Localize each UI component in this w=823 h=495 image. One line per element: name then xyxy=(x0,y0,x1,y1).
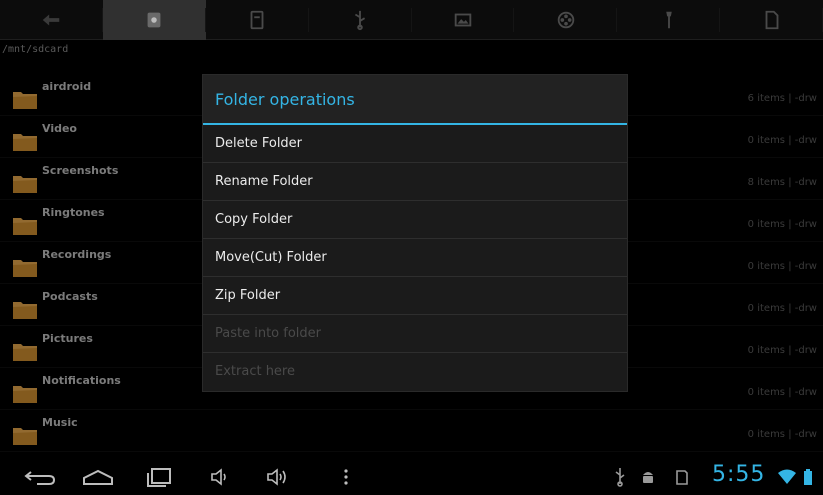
battery-status xyxy=(800,465,816,489)
usb-icon xyxy=(615,468,625,487)
toolbar-documents-tab[interactable] xyxy=(206,0,309,40)
top-toolbar xyxy=(0,0,823,40)
image-icon xyxy=(454,13,472,27)
nav-recent-apps-button[interactable] xyxy=(140,465,180,489)
recent-apps-icon xyxy=(147,468,171,487)
dialog-title: Folder operations xyxy=(203,75,627,125)
file-icon xyxy=(765,10,778,30)
extract-here-option: Extract here xyxy=(215,364,295,379)
sdcard-icon xyxy=(147,12,161,28)
home-icon xyxy=(83,469,113,485)
nav-back-button[interactable] xyxy=(20,465,60,489)
tools-icon xyxy=(665,11,672,29)
android-debug-status xyxy=(638,465,658,489)
paste-into-folder-option: Paste into folder xyxy=(203,315,627,353)
document-icon xyxy=(250,10,264,30)
wifi-icon xyxy=(778,469,796,484)
back-arrow-icon xyxy=(43,14,60,26)
toolbar-tools-tab[interactable] xyxy=(617,0,721,40)
delete-folder-option[interactable]: Delete Folder xyxy=(203,125,627,163)
status-clock: 5:55 xyxy=(712,462,766,487)
volume-up-icon xyxy=(267,468,286,486)
usb-icon xyxy=(355,10,366,31)
wifi-status xyxy=(776,465,798,489)
toolbar-usb-tab[interactable] xyxy=(309,0,412,40)
android-icon xyxy=(643,472,653,483)
rename-folder-option[interactable]: Rename Folder xyxy=(203,163,627,201)
toolbar-sdcard-tab[interactable] xyxy=(102,0,206,40)
zip-folder-option[interactable]: Zip Folder xyxy=(203,277,627,315)
folder-operations-dialog: Folder operations Delete Folder Rename F… xyxy=(203,75,627,391)
toolbar-images-tab[interactable] xyxy=(412,0,515,40)
back-icon xyxy=(24,471,56,485)
toolbar-file-tab[interactable] xyxy=(720,0,823,40)
copy-folder-option[interactable]: Copy Folder xyxy=(203,201,627,239)
nav-home-button[interactable] xyxy=(78,465,118,489)
volume-down-button[interactable] xyxy=(206,465,236,489)
sdcard-status xyxy=(672,465,692,489)
volume-down-icon xyxy=(211,468,226,486)
menu-button[interactable] xyxy=(336,465,356,489)
toolbar-video-tab[interactable] xyxy=(514,0,618,40)
sdcard-icon xyxy=(676,470,688,485)
battery-icon xyxy=(804,469,812,485)
usb-status xyxy=(610,465,630,489)
toolbar-back-button[interactable] xyxy=(0,0,103,40)
film-reel-icon xyxy=(557,11,575,29)
volume-up-button[interactable] xyxy=(262,465,298,489)
overflow-menu-icon xyxy=(344,469,348,485)
move-folder-option[interactable]: Move(Cut) Folder xyxy=(203,239,627,277)
system-bar: 5:55 xyxy=(0,458,823,495)
